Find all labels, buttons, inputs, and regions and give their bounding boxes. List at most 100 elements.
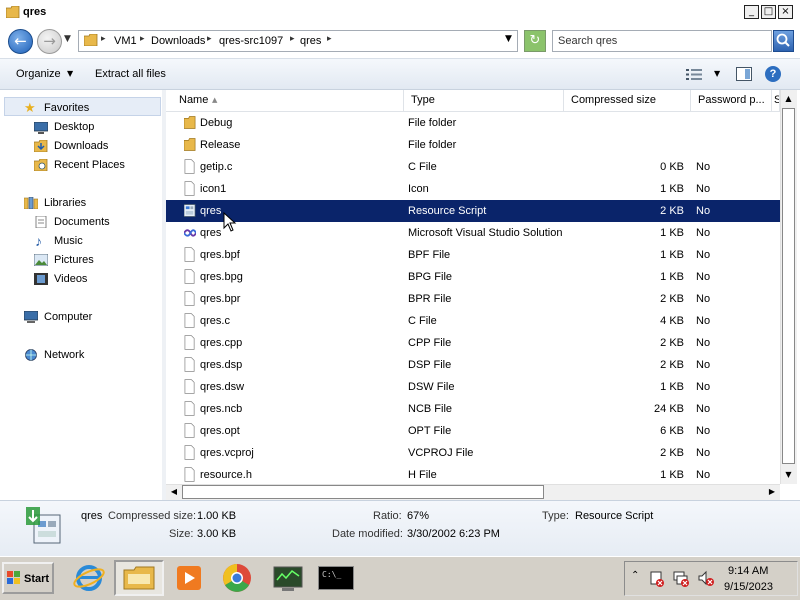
nav-videos[interactable]: Videos — [54, 273, 87, 285]
file-row[interactable]: getip.c C File 0 KB No — [166, 156, 780, 178]
horizontal-scroll-thumb[interactable] — [182, 485, 544, 499]
breadcrumb-qres[interactable]: qres — [300, 35, 321, 47]
search-placeholder: Search qres — [558, 35, 618, 47]
search-input[interactable]: Search qres — [552, 30, 772, 52]
file-row[interactable]: qres.bpg BPG File 1 KB No — [166, 266, 780, 288]
taskbar-media-player[interactable] — [164, 560, 214, 596]
file-row[interactable]: qres.dsw DSW File 1 KB No — [166, 376, 780, 398]
chevron-down-icon[interactable]: ▼ — [67, 69, 73, 78]
file-row[interactable]: qres.bpr BPR File 2 KB No — [166, 288, 780, 310]
file-name: qres.bpr — [200, 293, 241, 305]
nav-favorites[interactable]: Favorites — [44, 102, 89, 114]
file-password-protected: No — [696, 205, 711, 217]
breadcrumb-separator[interactable]: ▸ — [207, 34, 212, 44]
help-icon[interactable]: ? — [765, 66, 781, 82]
preview-pane-icon[interactable] — [736, 67, 752, 81]
view-details-icon[interactable] — [686, 69, 702, 80]
file-password-protected: No — [696, 425, 711, 437]
file-type: C File — [408, 315, 437, 327]
back-button[interactable]: ← — [8, 29, 33, 54]
file-row[interactable]: qres.c C File 4 KB No — [166, 310, 780, 332]
vertical-scroll-thumb[interactable] — [782, 108, 795, 464]
file-icon — [184, 357, 195, 372]
breadcrumb-separator[interactable]: ▸ — [101, 34, 106, 44]
taskbar-command-prompt[interactable]: C:\_ — [312, 560, 362, 596]
column-header-size[interactable]: S — [772, 90, 780, 111]
breadcrumb-qres-src1097[interactable]: qres-src1097 — [219, 35, 283, 47]
views-dropdown[interactable]: ▼ — [714, 69, 720, 78]
nav-network[interactable]: Network — [44, 349, 84, 361]
file-row[interactable]: qres.opt OPT File 6 KB No — [166, 420, 780, 442]
nav-pictures[interactable]: Pictures — [54, 254, 94, 266]
refresh-button[interactable]: ↻ — [524, 30, 546, 52]
file-row[interactable]: qres.dsp DSP File 2 KB No — [166, 354, 780, 376]
file-row[interactable]: icon1 Icon 1 KB No — [166, 178, 780, 200]
column-header-compressed-size[interactable]: Compressed size — [564, 90, 691, 111]
file-row[interactable]: qres Microsoft Visual Studio Solution 1 KB… — [166, 222, 780, 244]
recent-pages-dropdown[interactable]: ▼ — [64, 34, 71, 44]
clock-time[interactable]: 9:14 AM — [728, 565, 768, 577]
breadcrumb-downloads[interactable]: Downloads — [151, 35, 205, 47]
column-header-type[interactable]: Type — [404, 90, 564, 111]
visual-studio-solution-icon — [184, 229, 196, 237]
breadcrumb-vm1[interactable]: VM1 — [114, 35, 137, 47]
column-header-password-protected[interactable]: Password p... — [691, 90, 772, 111]
file-row[interactable]: qres Resource Script 2 KB No — [166, 200, 780, 222]
scroll-down-button[interactable]: ▼ — [780, 466, 797, 483]
address-bar[interactable]: ▸ VM1 ▸ Downloads ▸ qres-src1097 ▸ qres … — [78, 30, 518, 52]
file-icon — [184, 269, 195, 284]
show-hidden-icons-icon[interactable]: ⌃ — [631, 570, 639, 581]
minimize-button[interactable]: _ — [744, 5, 759, 19]
downloads-icon — [34, 140, 48, 152]
file-row[interactable]: qres.vcproj VCPROJ File 2 KB No — [166, 442, 780, 464]
details-ratio-label: Ratio: — [373, 510, 402, 522]
nav-recent-places[interactable]: Recent Places — [54, 159, 125, 171]
file-type: Microsoft Visual Studio Solution — [408, 227, 563, 239]
organize-button[interactable]: Organize — [16, 68, 61, 80]
start-button[interactable]: Start — [2, 562, 54, 594]
action-center-icon[interactable] — [649, 570, 665, 588]
extract-all-files-button[interactable]: Extract all files — [95, 68, 166, 80]
taskbar-network-app[interactable] — [264, 560, 314, 596]
file-name: qres — [200, 205, 222, 217]
clock-date[interactable]: 9/15/2023 — [724, 581, 773, 593]
title-bar[interactable] — [0, 0, 800, 27]
file-name: qres.vcproj — [200, 447, 254, 459]
close-button[interactable]: × — [778, 5, 793, 19]
volume-muted-icon[interactable] — [697, 570, 715, 588]
pictures-icon — [34, 254, 48, 266]
breadcrumb-separator[interactable]: ▸ — [290, 34, 295, 44]
network-status-icon[interactable] — [673, 570, 689, 588]
taskbar-internet-explorer[interactable] — [64, 560, 114, 596]
scroll-right-button[interactable]: ▶ — [764, 484, 780, 500]
file-row[interactable]: resource.h H File 1 KB No — [166, 464, 780, 484]
file-password-protected: No — [696, 249, 711, 261]
file-name: Debug — [200, 117, 233, 129]
file-row[interactable]: qres.cpp CPP File 2 KB No — [166, 332, 780, 354]
nav-computer[interactable]: Computer — [44, 311, 92, 323]
nav-desktop[interactable]: Desktop — [54, 121, 94, 133]
nav-libraries[interactable]: Libraries — [44, 197, 86, 209]
maximize-button[interactable]: □ — [761, 5, 776, 19]
nav-documents[interactable]: Documents — [54, 216, 110, 228]
file-row[interactable]: qres.ncb NCB File 24 KB No — [166, 398, 780, 420]
nav-music[interactable]: Music — [54, 235, 83, 247]
taskbar-chrome[interactable] — [212, 560, 262, 596]
details-size-label: Size: — [169, 528, 194, 540]
forward-button[interactable]: → — [37, 29, 62, 54]
file-row[interactable]: Debug File folder — [166, 112, 780, 134]
scroll-up-button[interactable]: ▲ — [780, 90, 797, 107]
taskbar-windows-explorer[interactable] — [114, 560, 164, 596]
address-dropdown[interactable]: ▼ — [505, 34, 512, 44]
details-ratio-value: 67% — [407, 510, 430, 522]
breadcrumb-separator[interactable]: ▸ — [327, 34, 332, 44]
resource-script-icon — [184, 204, 196, 217]
search-button[interactable] — [773, 30, 794, 52]
scroll-left-button[interactable]: ◀ — [166, 484, 182, 500]
column-header-name[interactable]: Name — [172, 90, 404, 111]
breadcrumb-separator[interactable]: ▸ — [140, 34, 145, 44]
file-row[interactable]: qres.bpf BPF File 1 KB No — [166, 244, 780, 266]
folder-icon — [6, 6, 20, 18]
nav-downloads[interactable]: Downloads — [54, 140, 108, 152]
file-row[interactable]: Release File folder — [166, 134, 780, 156]
